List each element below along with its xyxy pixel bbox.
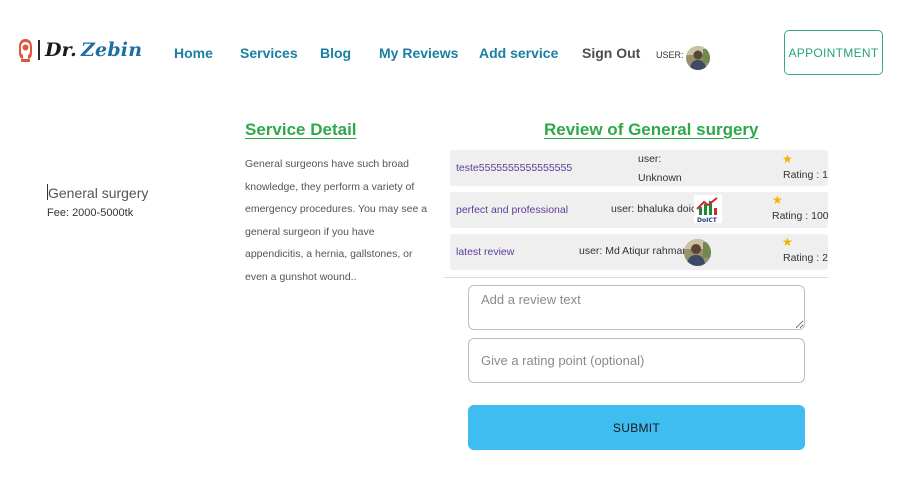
- site-logo[interactable]: Dr. Zebin: [17, 36, 142, 64]
- nav-services[interactable]: Services: [240, 45, 298, 61]
- review-item: teste5555555555555555 user: Unknown ★ Rat…: [450, 150, 828, 186]
- nav-sign-out[interactable]: Sign Out: [582, 45, 640, 61]
- review-text: perfect and professional: [456, 204, 569, 216]
- logo-text: Dr. Zebin: [45, 39, 143, 61]
- service-fee: Fee: 2000-5000tk: [47, 207, 134, 219]
- star-icon: ★: [782, 152, 793, 166]
- svg-text:DoICT: DoICT: [697, 217, 718, 223]
- service-detail-heading: Service Detail: [245, 120, 357, 139]
- review-rating: Rating : 100: [772, 210, 829, 222]
- reviews-divider: [444, 277, 828, 278]
- review-text: teste5555555555555555: [456, 162, 573, 174]
- logo-divider: [38, 40, 40, 60]
- reviewer-avatar: DoICT: [694, 195, 722, 223]
- nav-add-service[interactable]: Add service: [479, 45, 558, 61]
- review-item: latest review user: Md Atiqur rahman ★ R…: [450, 234, 828, 270]
- review-text: latest review: [456, 246, 515, 258]
- review-user: user: Md Atiqur rahman: [579, 245, 689, 257]
- review-text-input[interactable]: [468, 285, 805, 330]
- review-user: user: Unknown: [638, 153, 682, 184]
- reviewer-avatar-image: [684, 239, 711, 266]
- reviewer-avatar: [684, 239, 711, 266]
- review-rating: Rating : 1: [783, 169, 828, 181]
- nav-user-label: USER:: [656, 50, 684, 60]
- user-avatar-image: [686, 46, 710, 70]
- rating-input[interactable]: [468, 338, 805, 383]
- review-user: user: bhaluka doict: [611, 203, 700, 215]
- doctor-logo-icon: [19, 39, 32, 62]
- star-icon: ★: [772, 193, 783, 207]
- service-detail-text: General surgeons have such broad knowled…: [245, 158, 428, 283]
- submit-button[interactable]: SUBMIT: [468, 405, 805, 450]
- service-name: General surgery: [48, 185, 149, 201]
- reviews-heading: Review of General surgery: [544, 120, 759, 139]
- nav-home[interactable]: Home: [174, 45, 213, 61]
- doict-logo-icon: DoICT: [694, 195, 722, 223]
- user-avatar[interactable]: [686, 46, 710, 70]
- nav-my-reviews[interactable]: My Reviews: [379, 45, 458, 61]
- star-icon: ★: [782, 235, 793, 249]
- nav-blog[interactable]: Blog: [320, 45, 351, 61]
- review-rating: Rating : 2: [783, 252, 828, 264]
- review-item: perfect and professional user: bhaluka d…: [450, 192, 829, 228]
- appointment-button[interactable]: APPOINTMENT: [784, 30, 883, 75]
